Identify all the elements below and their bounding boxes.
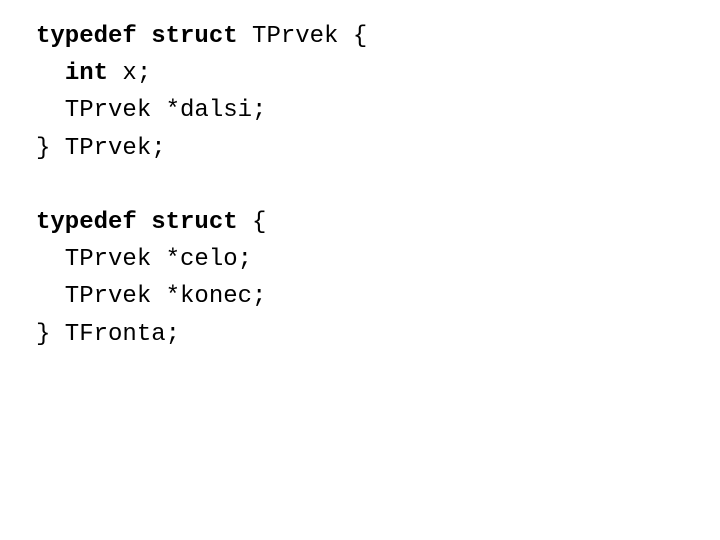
code-block-2: typedef struct { TPrvek *celo; TPrvek *k… [36,204,720,353]
code-slide: typedef struct TPrvek { int x; TPrvek *d… [0,0,720,353]
code-text: x; [108,60,151,87]
keyword-typedef-struct: typedef struct [36,209,238,236]
code-text: } TPrvek; [36,135,166,162]
code-block-1: typedef struct TPrvek { int x; TPrvek *d… [36,18,720,167]
code-text: TPrvek *konec; [36,283,266,310]
code-text: TPrvek *dalsi; [36,97,266,124]
keyword-int: int [65,60,108,87]
code-text: { [238,209,267,236]
code-text: } TFronta; [36,321,180,348]
keyword-typedef-struct: typedef struct [36,23,238,50]
code-text: TPrvek *celo; [36,246,252,273]
blank-line [36,167,720,204]
code-indent [36,60,65,87]
code-text: TPrvek { [238,23,368,50]
